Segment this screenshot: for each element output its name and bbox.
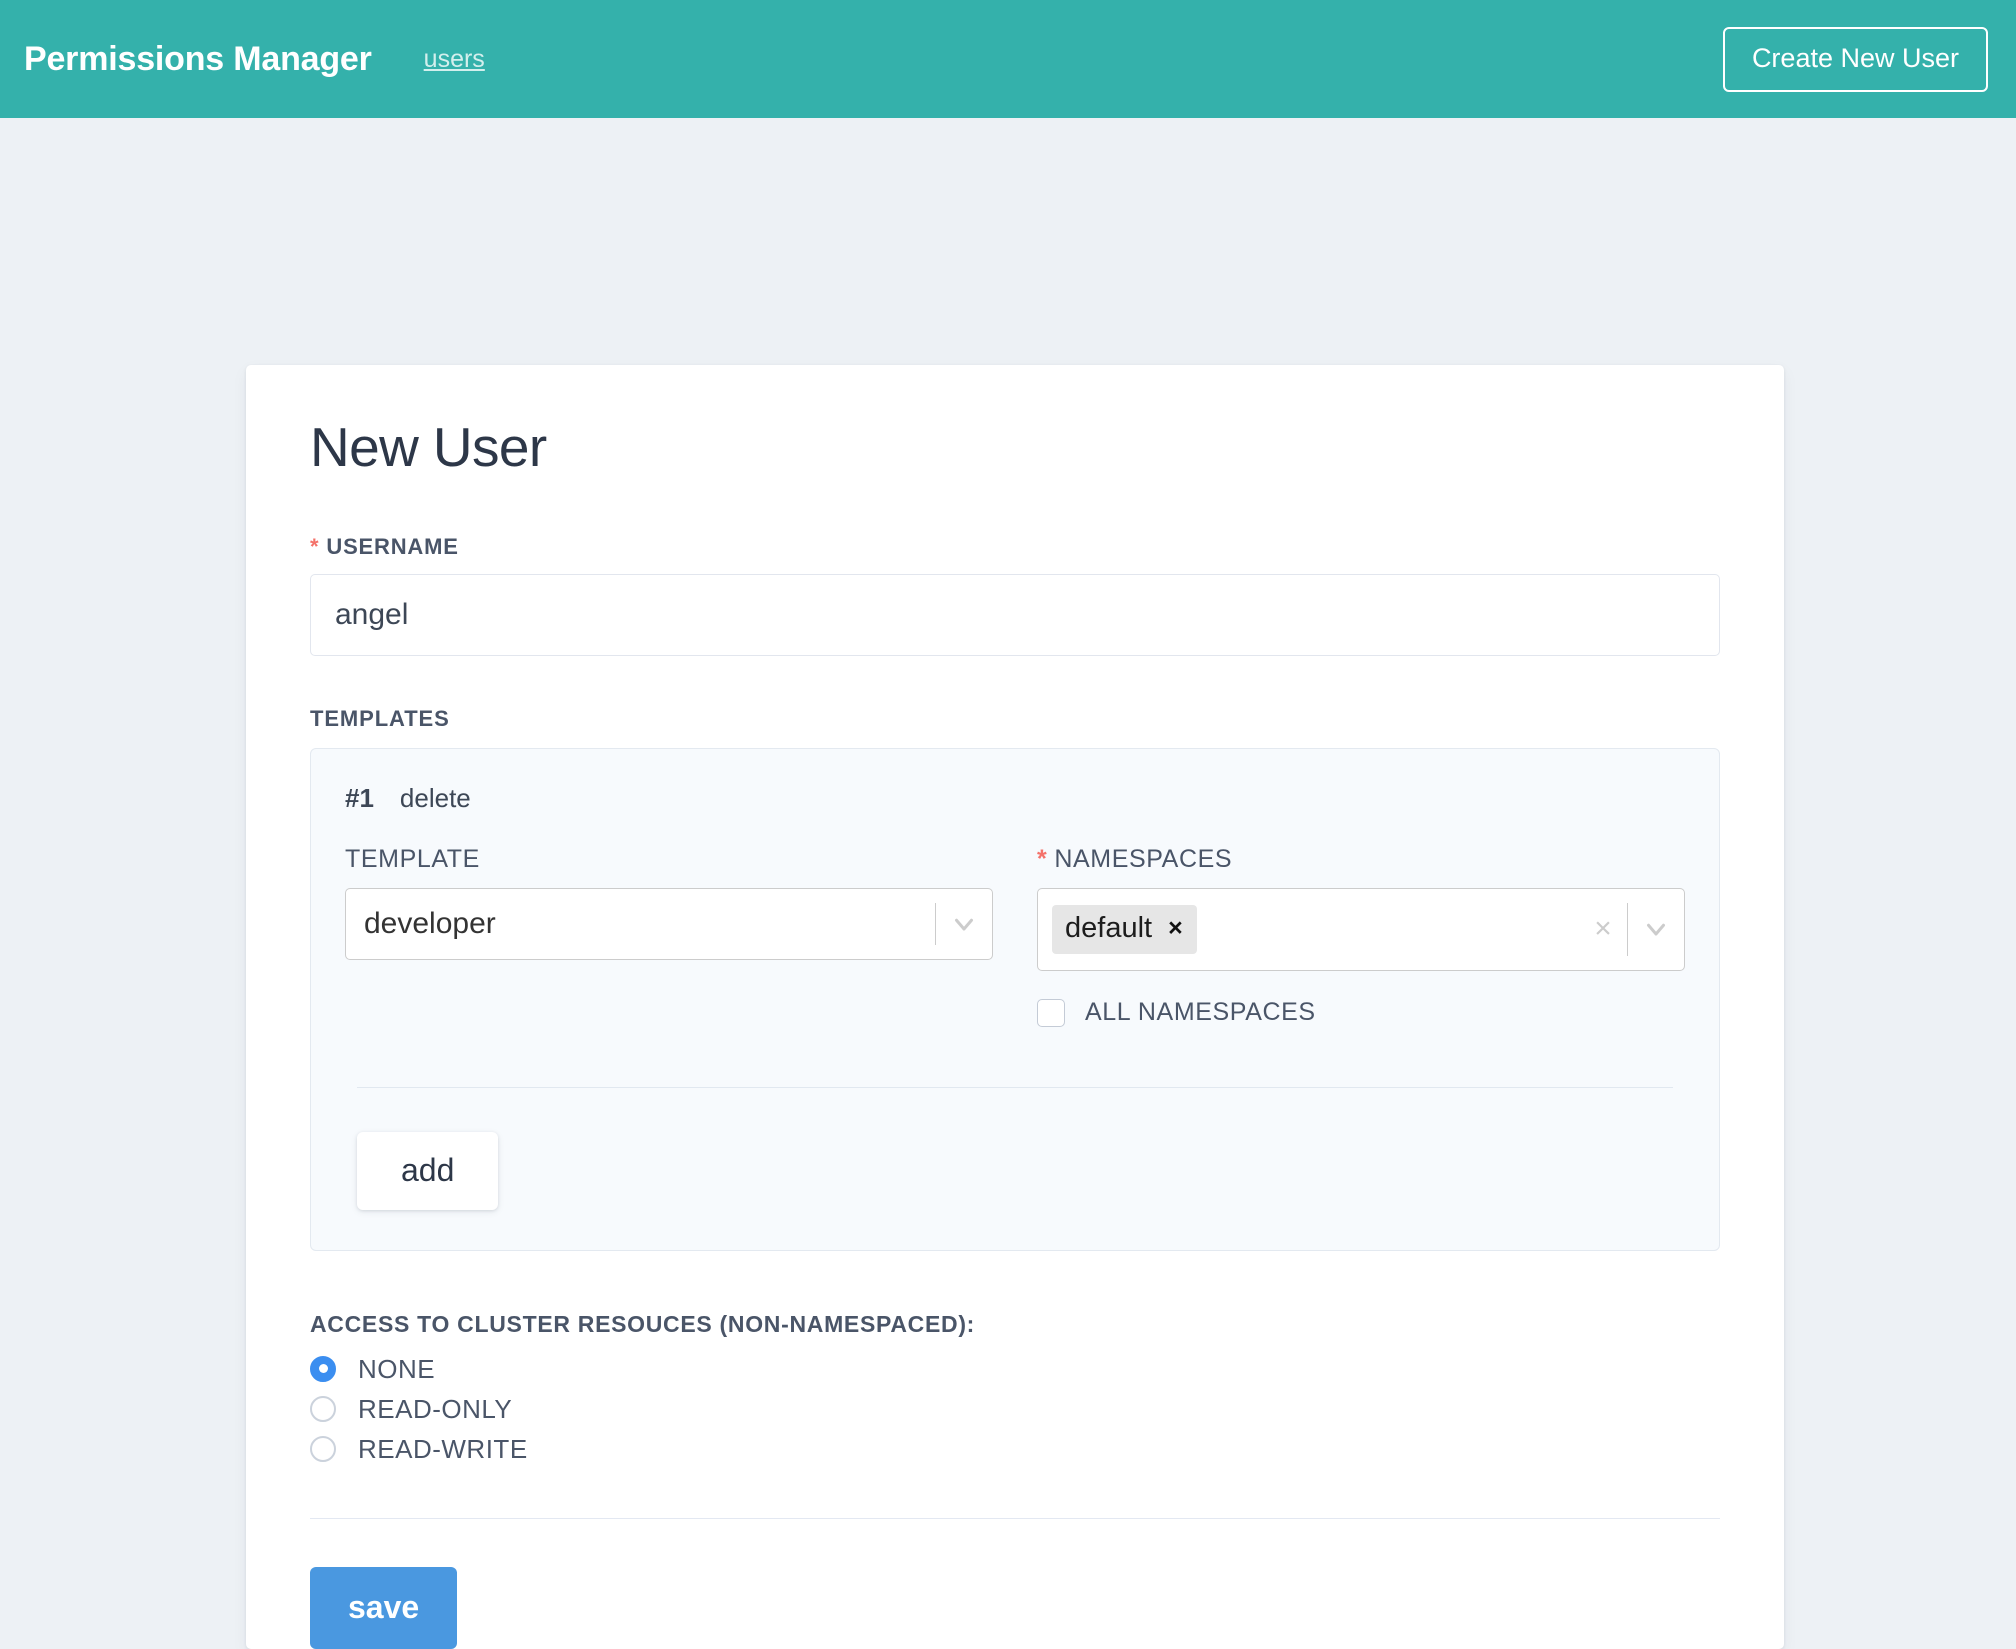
all-namespaces-checkbox[interactable] <box>1037 998 1065 1027</box>
page-title: New User <box>310 416 547 478</box>
namespace-tag-label: default <box>1065 911 1153 944</box>
username-label-text: USERNAME <box>326 533 459 559</box>
radio-read-only-label: READ-ONLY <box>358 1393 513 1424</box>
save-button[interactable]: save <box>310 1566 458 1649</box>
form-bottom-divider <box>310 1517 1720 1519</box>
required-asterisk-icon: * <box>1037 844 1048 873</box>
required-asterisk-icon: * <box>310 533 320 559</box>
templates-panel: #1 delete TEMPLATE developer * NAMESPACE… <box>310 747 1720 1251</box>
radio-option-none[interactable]: NONE <box>310 1353 1720 1384</box>
radio-option-read-write[interactable]: READ-WRITE <box>310 1433 1720 1464</box>
radio-none-input[interactable] <box>310 1355 336 1382</box>
radio-read-write-input[interactable] <box>310 1435 336 1462</box>
template-fields-row: TEMPLATE developer * NAMESPACES default … <box>345 844 1685 1027</box>
chevron-down-icon[interactable] <box>1628 889 1684 970</box>
namespace-tag: default × <box>1052 904 1197 954</box>
template-select-label: TEMPLATE <box>345 844 480 873</box>
namespaces-select-label: * NAMESPACES <box>1037 844 1685 873</box>
template-index-label: #1 <box>345 782 374 813</box>
namespaces-label-text: NAMESPACES <box>1054 844 1233 873</box>
cluster-access-label: ACCESS TO CLUSTER RESOUCES (NON-NAMESPAC… <box>310 1310 976 1337</box>
template-delete-link[interactable]: delete <box>400 785 471 811</box>
templates-section-label: TEMPLATES <box>310 705 450 731</box>
namespaces-multiselect[interactable]: default × × <box>1037 887 1685 971</box>
template-select-column: TEMPLATE developer <box>345 844 993 1027</box>
app-brand-title: Permissions Manager <box>24 40 372 78</box>
namespaces-selected-values: default × <box>1048 889 1579 970</box>
radio-read-only-input[interactable] <box>310 1395 336 1422</box>
template-select-indicators <box>935 889 992 959</box>
username-input[interactable] <box>310 573 1720 656</box>
namespaces-select-indicators: × <box>1579 889 1684 970</box>
add-template-button[interactable]: add <box>357 1131 499 1210</box>
template-entry-header: #1 delete <box>345 785 1685 811</box>
new-user-form-card: New User *USERNAME TEMPLATES #1 delete T… <box>246 365 1784 1649</box>
nav-link-users[interactable]: users <box>424 46 485 72</box>
all-namespaces-checkbox-row[interactable]: ALL NAMESPACES <box>1037 998 1685 1027</box>
radio-read-write-label: READ-WRITE <box>358 1433 528 1464</box>
template-select-value: developer <box>364 906 496 940</box>
create-new-user-button[interactable]: Create New User <box>1722 26 1988 92</box>
templates-panel-divider <box>357 1086 1673 1088</box>
namespaces-select-column: * NAMESPACES default × × ALL NAMESPACES <box>1037 844 1685 1027</box>
chevron-down-icon[interactable] <box>936 889 992 959</box>
top-header-bar: Permissions Manager users Create New Use… <box>0 0 2016 118</box>
all-namespaces-label: ALL NAMESPACES <box>1085 998 1316 1026</box>
clear-all-icon[interactable]: × <box>1579 889 1627 970</box>
radio-none-label: NONE <box>358 1353 436 1384</box>
template-select[interactable]: developer <box>345 887 993 960</box>
radio-option-read-only[interactable]: READ-ONLY <box>310 1393 1720 1424</box>
username-label: * USERNAME <box>310 533 1720 559</box>
namespace-tag-remove-icon[interactable]: × <box>1158 907 1197 952</box>
